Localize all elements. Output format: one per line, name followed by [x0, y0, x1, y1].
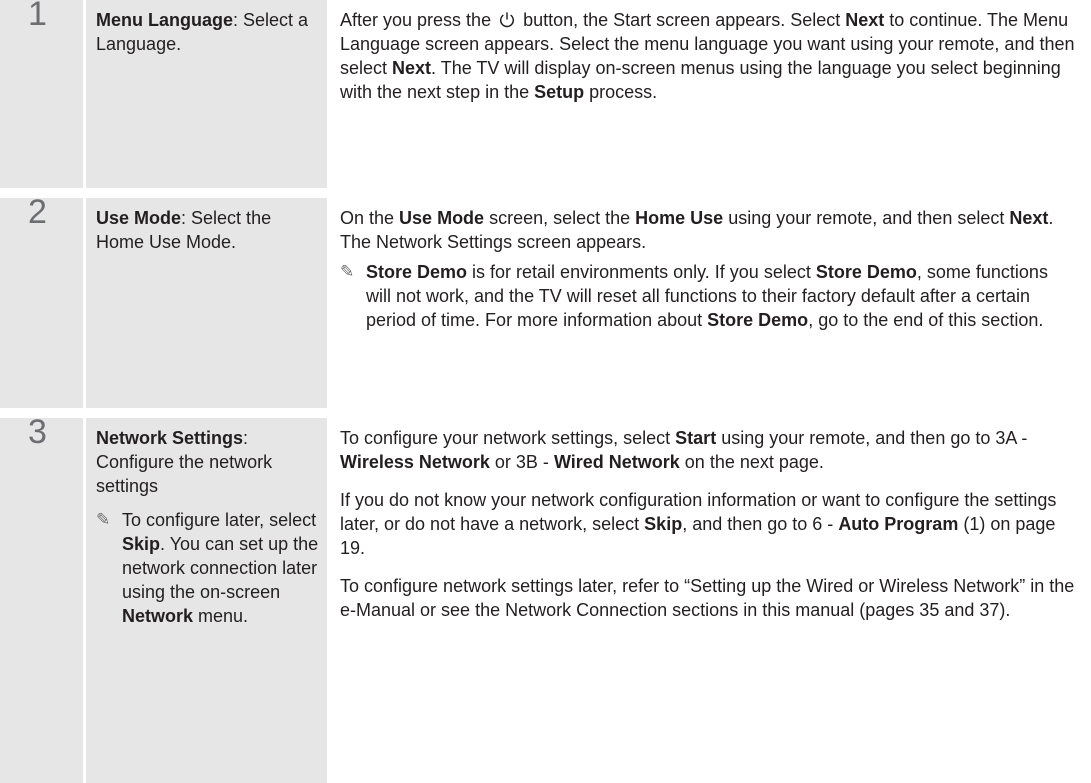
step-title-cell: Network Settings: Configure the network … [86, 418, 327, 783]
step-number: 2 [28, 193, 47, 231]
paragraph: To configure network settings later, ref… [340, 576, 1075, 620]
step-1: 1 Menu Language: Select a Language. Afte… [0, 0, 1091, 188]
step-number-cell: 2 [0, 193, 83, 408]
step-number: 1 [28, 0, 47, 33]
step-2: 2 Use Mode: Select the Home Use Mode. On… [0, 193, 1091, 408]
step-title: Use Mode: Select the Home Use Mode. [96, 208, 272, 252]
step-number: 3 [28, 413, 47, 451]
step-3: 3 Network Settings: Configure the networ… [0, 413, 1091, 783]
power-icon [500, 12, 515, 28]
note: ✎ Store Demo is for retail environments o… [340, 262, 1048, 330]
step-title: Menu Language: Select a Language. [96, 10, 309, 54]
step-title-bold: Menu Language [96, 10, 234, 30]
step-description: To configure your network settings, sele… [340, 426, 1075, 622]
pencil-note-icon: ✎ [96, 510, 111, 529]
paragraph: On the Use Mode screen, select the Home … [340, 208, 1054, 252]
note: ✎ To configure later, select Skip. You ca… [96, 510, 319, 626]
step-description: After you press the button, the Start sc… [340, 10, 1075, 102]
step-title-bold: Network Settings [96, 428, 244, 448]
paragraph: If you do not know your network configur… [340, 490, 1057, 558]
pencil-note-icon: ✎ [340, 262, 355, 281]
step-number-cell: 1 [0, 0, 83, 188]
step-title-cell: Menu Language: Select a Language. [86, 0, 327, 188]
step-title-cell: Use Mode: Select the Home Use Mode. [86, 198, 327, 408]
step-number-cell: 3 [0, 413, 83, 783]
step-description: On the Use Mode screen, select the Home … [340, 206, 1075, 332]
paragraph: To configure your network settings, sele… [340, 428, 1028, 472]
step-title: Network Settings: Configure the network … [96, 426, 322, 628]
step-title-bold: Use Mode [96, 208, 182, 228]
